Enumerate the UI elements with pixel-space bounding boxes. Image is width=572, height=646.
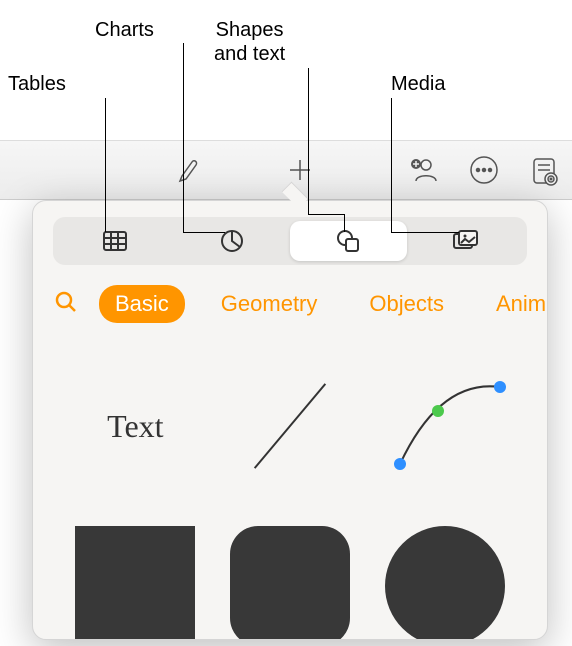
segment-charts[interactable] [174, 221, 291, 261]
shape-categories: Basic Geometry Objects Anim [33, 277, 547, 341]
shape-text[interactable]: Text [63, 361, 208, 491]
category-objects[interactable]: Objects [353, 285, 460, 323]
segment-shapes[interactable] [290, 221, 407, 261]
format-brush-icon[interactable] [168, 150, 208, 190]
presenter-notes-icon[interactable] [524, 150, 564, 190]
shapes-grid: Text [33, 341, 547, 640]
shape-circle[interactable] [372, 521, 517, 640]
callout-shapes: Shapes and text [214, 18, 285, 66]
shape-rounded-square[interactable] [218, 521, 363, 640]
search-icon[interactable] [53, 289, 79, 320]
segment-media[interactable] [407, 221, 524, 261]
callout-media: Media [391, 72, 445, 96]
category-animals[interactable]: Anim [480, 285, 547, 323]
category-basic[interactable]: Basic [99, 285, 185, 323]
segment-tables[interactable] [57, 221, 174, 261]
callout-charts: Charts [95, 18, 154, 42]
insert-plus-icon[interactable] [280, 150, 320, 190]
shape-square[interactable] [63, 521, 208, 640]
insert-popover: Basic Geometry Objects Anim Text [32, 200, 548, 640]
shape-line[interactable] [218, 361, 363, 491]
callout-tables: Tables [8, 72, 66, 96]
category-geometry[interactable]: Geometry [205, 285, 334, 323]
shape-curve[interactable] [372, 361, 517, 491]
collaborate-icon[interactable] [404, 150, 444, 190]
more-ellipsis-icon[interactable] [464, 150, 504, 190]
shape-text-label: Text [107, 408, 163, 445]
insert-type-segmented-control [53, 217, 527, 265]
